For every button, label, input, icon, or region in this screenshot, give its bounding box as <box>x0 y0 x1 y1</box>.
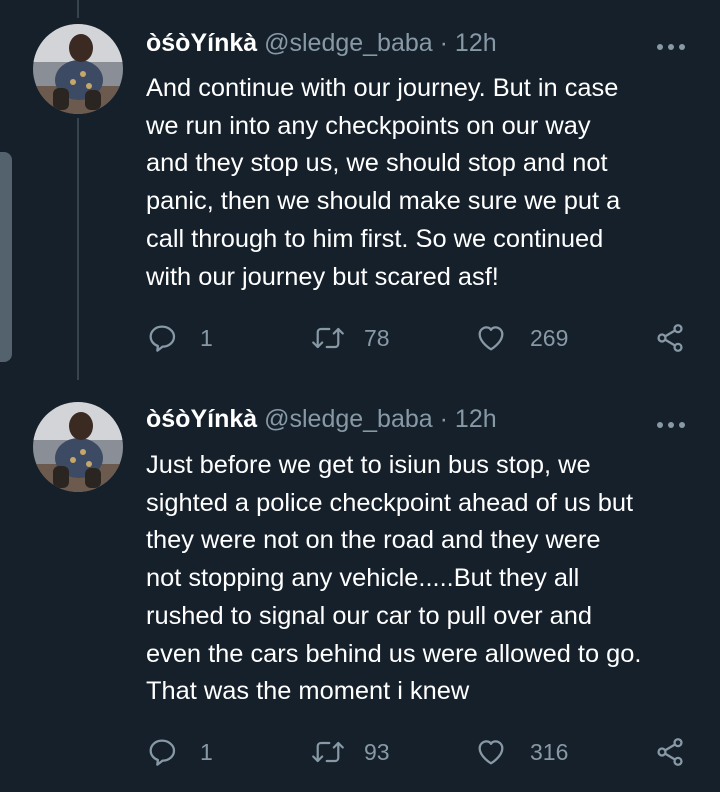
like-count: 316 <box>530 738 569 765</box>
retweet-icon <box>310 736 346 768</box>
tweet-text-line: And continue with our journey. But in ca… <box>146 74 619 102</box>
tweet-text-line: Just before we get to isiun bus stop, we <box>146 451 591 479</box>
tweet-text-line: not stopping any vehicle.....But they al… <box>146 564 580 593</box>
author-name[interactable]: òśòYínkà <box>146 405 257 433</box>
timestamp[interactable]: 12h <box>455 29 497 57</box>
share-button[interactable] <box>654 734 686 770</box>
share-button[interactable] <box>654 320 686 356</box>
tweet-text-line: sighted a police checkpoint ahead of us … <box>146 488 633 517</box>
like-icon <box>474 736 508 768</box>
tweet-text-line: and they stop us, we should stop and not <box>146 149 608 178</box>
retweet-icon <box>310 322 346 354</box>
timestamp[interactable]: 12h <box>455 405 497 433</box>
like-icon <box>474 322 508 354</box>
share-icon <box>654 322 686 354</box>
tweet-text-line: rushed to signal our car to pull over an… <box>146 601 593 630</box>
action-bar: 1 93 316 <box>146 734 696 770</box>
avatar[interactable] <box>33 402 123 492</box>
more-icon[interactable] <box>656 39 686 50</box>
tweet-header: òśòYínkà @sledge_baba · 12h <box>146 27 497 59</box>
tweet[interactable]: òśòYínkà @sledge_baba · 12h Just before … <box>0 380 720 792</box>
reply-icon <box>146 322 178 354</box>
tweet-text-line: we run into any checkpoints on our way <box>146 111 591 140</box>
tweet-text: Just before we get to isiun bus stop, we… <box>146 447 706 711</box>
reply-icon <box>146 736 178 768</box>
retweet-count: 78 <box>364 324 390 351</box>
like-button[interactable]: 269 <box>474 320 568 356</box>
tweet-text-line: even the cars behind us were allowed to … <box>146 639 642 668</box>
share-icon <box>654 736 686 768</box>
reply-button[interactable]: 1 <box>146 734 213 770</box>
like-button[interactable]: 316 <box>474 734 568 770</box>
reply-count: 1 <box>200 324 213 351</box>
retweet-button[interactable]: 78 <box>310 320 390 356</box>
tweet[interactable]: òśòYínkà @sledge_baba · 12h And continue… <box>0 0 720 380</box>
tweet-text-line: with our journey but scared asf! <box>146 262 499 291</box>
separator-dot: · <box>439 29 448 57</box>
reply-button[interactable]: 1 <box>146 320 213 356</box>
reply-count: 1 <box>200 738 213 765</box>
author-handle[interactable]: @sledge_baba <box>264 29 433 57</box>
tweet-text-line: That was the moment i knew <box>146 677 470 706</box>
tweet-text-line: they were not on the road and they were <box>146 526 601 555</box>
action-bar: 1 78 269 <box>146 320 696 356</box>
avatar[interactable] <box>33 24 123 114</box>
more-icon[interactable] <box>656 417 686 428</box>
author-name[interactable]: òśòYínkà <box>146 29 257 57</box>
like-count: 269 <box>530 324 569 351</box>
tweet-text: And continue with our journey. But in ca… <box>146 70 706 296</box>
thread-connector-line <box>77 0 79 18</box>
retweet-button[interactable]: 93 <box>310 734 390 770</box>
separator-dot: · <box>439 405 448 433</box>
retweet-count: 93 <box>364 738 390 765</box>
author-handle[interactable]: @sledge_baba <box>264 405 433 433</box>
tweet-text-line: call through to him first. So we continu… <box>146 224 604 253</box>
thread-connector-line <box>77 118 79 380</box>
tweet-text-line: panic, then we should make sure we put a <box>146 187 621 216</box>
tweet-header: òśòYínkà @sledge_baba · 12h <box>146 403 497 435</box>
